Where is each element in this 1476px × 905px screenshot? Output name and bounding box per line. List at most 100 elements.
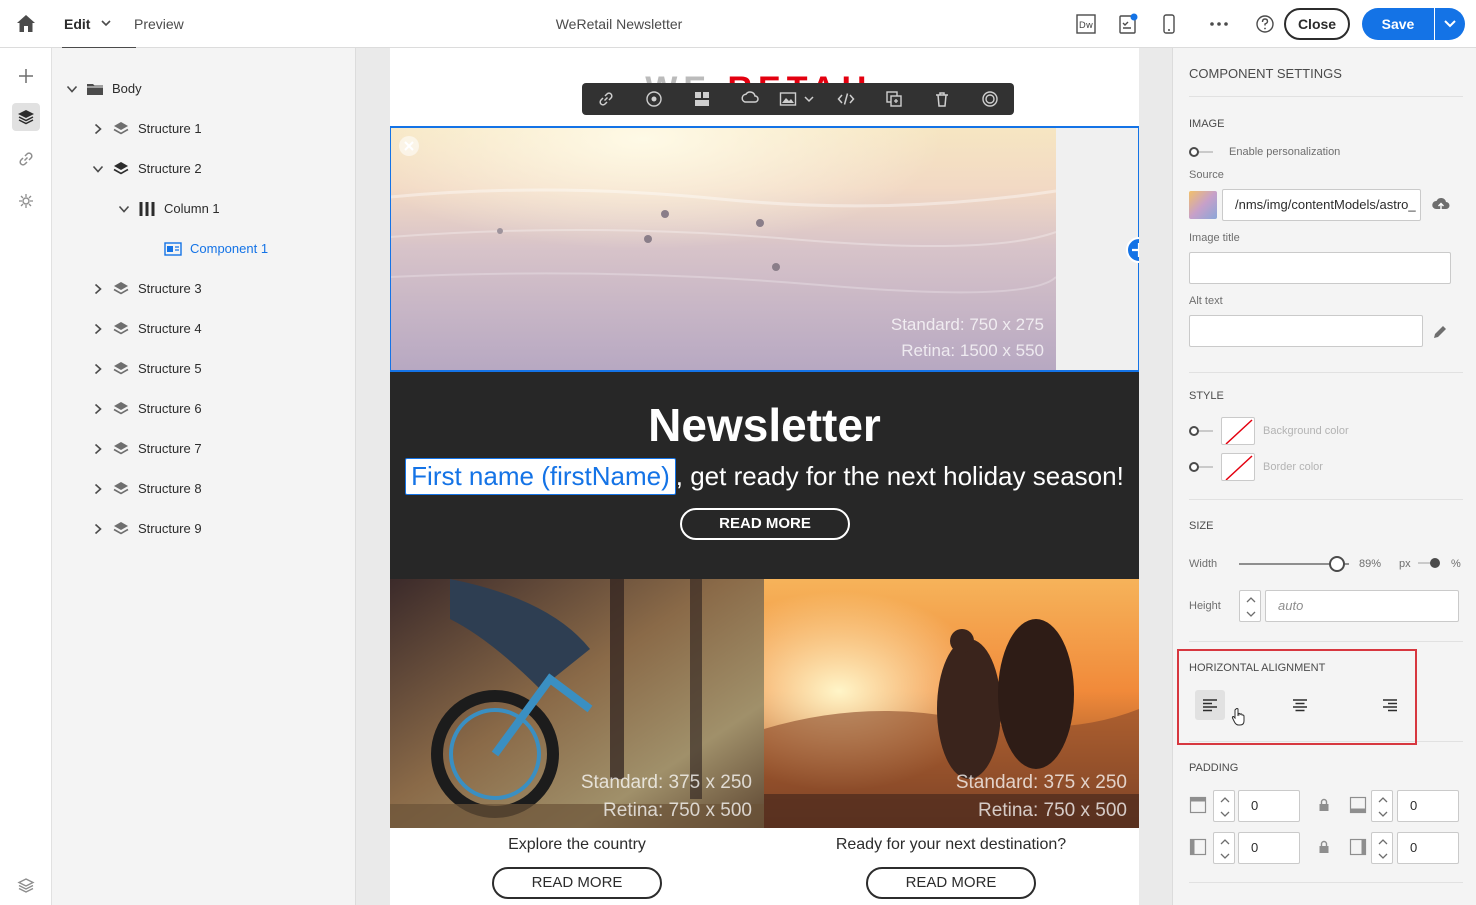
- read-more-button[interactable]: READ MORE: [866, 867, 1036, 899]
- pencil-icon[interactable]: [1431, 323, 1449, 341]
- source-thumbnail[interactable]: [1189, 191, 1217, 219]
- layers-settings-button[interactable]: [12, 871, 40, 899]
- trash-icon[interactable]: [933, 90, 951, 108]
- width-slider-handle[interactable]: [1328, 556, 1345, 572]
- lock-icon[interactable]: [1317, 798, 1331, 812]
- add-content-button[interactable]: [12, 62, 40, 90]
- creative-cloud-icon[interactable]: [741, 90, 759, 108]
- navigation-tree-button[interactable]: [12, 103, 40, 131]
- image-title-input[interactable]: [1189, 252, 1451, 284]
- layers-icon: [113, 442, 129, 455]
- padding-bottom-stepper[interactable]: [1371, 790, 1393, 822]
- tree-item-structure-2[interactable]: Structure 2: [92, 157, 342, 181]
- read-more-button[interactable]: READ MORE: [680, 508, 850, 540]
- read-more-button[interactable]: READ MORE: [492, 867, 662, 899]
- padding-left-stepper[interactable]: [1213, 832, 1235, 864]
- tile1-caption: Explore the country: [508, 836, 646, 853]
- links-button[interactable]: [12, 145, 40, 173]
- code-icon[interactable]: [837, 90, 855, 108]
- padding-top-stepper[interactable]: [1213, 790, 1235, 822]
- add-component-button[interactable]: [1126, 237, 1139, 263]
- chevron-right-icon[interactable]: [92, 483, 104, 495]
- layout-icon[interactable]: [693, 90, 711, 108]
- help-icon[interactable]: [1254, 13, 1276, 35]
- unit-toggle[interactable]: [1418, 558, 1440, 568]
- alt-text-label: Alt text: [1189, 295, 1223, 307]
- padding-top-input[interactable]: 0: [1238, 790, 1300, 822]
- chevron-down-icon[interactable]: [92, 163, 104, 175]
- tree-item-structure-8[interactable]: Structure 8: [92, 477, 342, 501]
- hero-image-component[interactable]: Standard: 750 x 275 Retina: 1500 x 550: [390, 127, 1139, 371]
- tree-item-structure-7[interactable]: Structure 7: [92, 437, 342, 461]
- divider: [1189, 96, 1463, 97]
- dreamweaver-icon-label: Dw: [1079, 21, 1093, 31]
- image-icon[interactable]: [779, 90, 797, 108]
- chevron-right-icon[interactable]: [92, 283, 104, 295]
- target-icon[interactable]: [981, 90, 999, 108]
- chevron-down-icon[interactable]: [803, 90, 815, 108]
- mobile-icon[interactable]: [1158, 13, 1180, 35]
- tree-item-body[interactable]: Body: [66, 77, 346, 101]
- tree-item-structure-4[interactable]: Structure 4: [92, 317, 342, 341]
- enable-personalization-toggle[interactable]: [1189, 147, 1215, 157]
- more-icon[interactable]: [1208, 13, 1230, 35]
- settings-title: COMPONENT SETTINGS: [1189, 66, 1342, 81]
- chevron-right-icon[interactable]: [92, 523, 104, 535]
- tree-item-label: Structure 7: [138, 441, 202, 456]
- tree-item-column-1[interactable]: Column 1: [118, 197, 338, 221]
- tree-item-structure-9[interactable]: Structure 9: [92, 517, 342, 541]
- border-color-swatch[interactable]: [1221, 453, 1255, 481]
- padding-right-icon: [1349, 838, 1367, 856]
- chevron-right-icon[interactable]: [92, 403, 104, 415]
- save-menu-button[interactable]: [1435, 8, 1465, 40]
- link-icon[interactable]: [597, 90, 615, 108]
- tree-item-structure-6[interactable]: Structure 6: [92, 397, 342, 421]
- highlight-annotation: [1177, 649, 1417, 745]
- padding-top-icon: [1189, 796, 1207, 814]
- tree-item-structure-5[interactable]: Structure 5: [92, 357, 342, 381]
- enable-personalization-label: Enable personalization: [1229, 146, 1341, 158]
- tree-item-structure-3[interactable]: Structure 3: [92, 277, 342, 301]
- image-tile-hikers[interactable]: Standard: 375 x 250 Retina: 750 x 500: [764, 579, 1139, 828]
- border-color-toggle[interactable]: [1189, 462, 1215, 472]
- image-tile-bike[interactable]: Standard: 375 x 250 Retina: 750 x 500: [390, 579, 764, 828]
- padding-right-input[interactable]: 0: [1397, 832, 1459, 864]
- width-slider[interactable]: [1239, 556, 1349, 572]
- personalization-field-firstname[interactable]: First name (firstName): [405, 458, 676, 495]
- duplicate-icon[interactable]: [885, 90, 903, 108]
- close-button[interactable]: Close: [1284, 8, 1350, 40]
- remove-component-button[interactable]: [399, 136, 419, 156]
- alt-text-input[interactable]: [1189, 315, 1423, 347]
- tile1-standard-size: Standard: 375 x 250: [580, 772, 752, 793]
- source-input[interactable]: /nms/img/contentModels/astro_: [1222, 189, 1421, 221]
- height-input[interactable]: auto: [1265, 590, 1459, 622]
- personalization-icon[interactable]: [645, 90, 663, 108]
- chevron-down-icon[interactable]: [66, 83, 78, 95]
- padding-left-icon: [1189, 838, 1207, 856]
- padding-left-input[interactable]: 0: [1238, 832, 1300, 864]
- background-color-swatch[interactable]: [1221, 417, 1255, 445]
- dreamweaver-icon[interactable]: Dw: [1075, 13, 1097, 35]
- chevron-right-icon[interactable]: [92, 443, 104, 455]
- newsletter-title: Newsletter: [648, 399, 881, 451]
- fragments-button[interactable]: [12, 187, 40, 215]
- chevron-right-icon[interactable]: [92, 323, 104, 335]
- tree-item-component-1[interactable]: Component 1: [164, 237, 344, 261]
- height-stepper[interactable]: [1239, 590, 1261, 622]
- component-toolbar: [582, 83, 1014, 115]
- tree-item-label: Structure 8: [138, 481, 202, 496]
- unit-px-label: px: [1399, 558, 1411, 570]
- upload-icon[interactable]: [1431, 195, 1451, 213]
- chevron-right-icon[interactable]: [92, 123, 104, 135]
- padding-right-stepper[interactable]: [1371, 832, 1393, 864]
- hero-retina-size: Retina: 1500 x 550: [901, 341, 1044, 360]
- background-color-toggle[interactable]: [1189, 426, 1215, 436]
- checklist-icon[interactable]: [1117, 13, 1139, 35]
- padding-bottom-input[interactable]: 0: [1397, 790, 1459, 822]
- chevron-down-icon[interactable]: [118, 203, 130, 215]
- save-button[interactable]: Save: [1362, 8, 1434, 40]
- tree-item-structure-1[interactable]: Structure 1: [92, 117, 342, 141]
- height-label: Height: [1189, 600, 1221, 612]
- lock-icon[interactable]: [1317, 840, 1331, 854]
- chevron-right-icon[interactable]: [92, 363, 104, 375]
